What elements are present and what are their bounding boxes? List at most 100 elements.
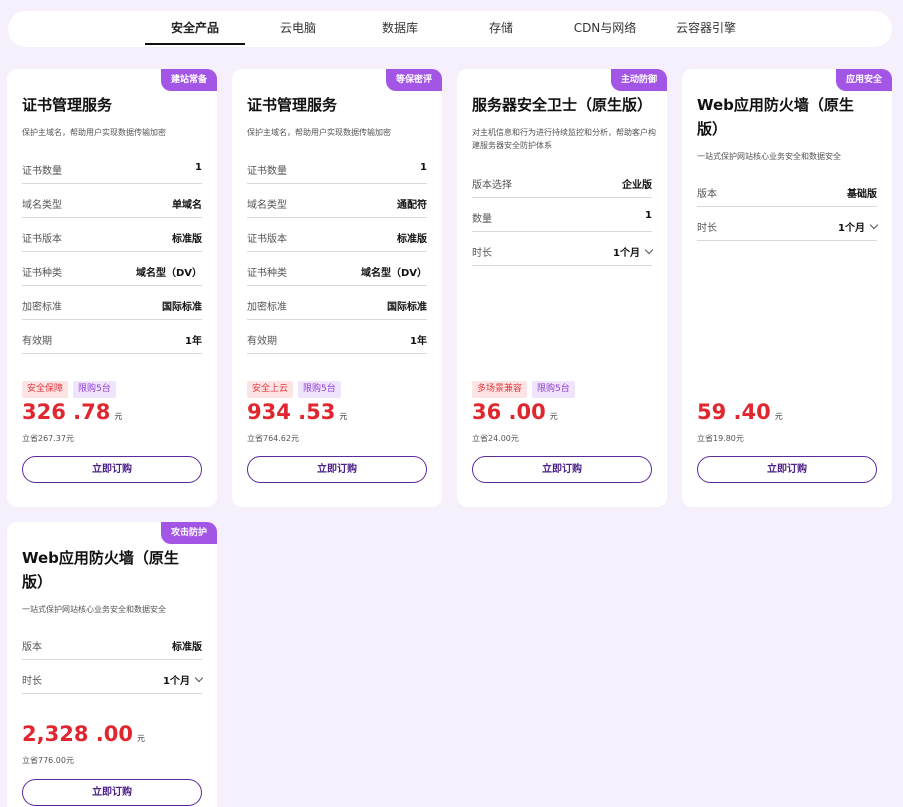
limit-tag: 限购5台 <box>532 381 575 398</box>
spec-label: 证书数量 <box>22 166 62 177</box>
tab-security[interactable]: 安全产品 <box>145 11 245 47</box>
tab-storage[interactable]: 存储 <box>451 11 551 47</box>
spec-value: 标准版 <box>397 234 427 245</box>
product-description: 保护主域名，帮助用户实现数据传输加密 <box>22 128 166 137</box>
spec-label: 加密标准 <box>247 302 287 313</box>
product-card-waf-basic: 应用安全 Web应用防火墙（原生版） 一站式保护网站核心业务安全和数据安全 版本… <box>682 69 892 507</box>
spec-label: 域名类型 <box>22 200 62 211</box>
order-now-button[interactable]: 立即订购 <box>472 456 652 483</box>
price: 2,328 .00 元 <box>22 721 145 752</box>
product-description: 对主机信息和行为进行持续监控和分析，帮助客户构建服务器安全防护体系 <box>472 128 656 150</box>
spec-value: 基础版 <box>847 189 877 200</box>
spec-value: 企业版 <box>622 180 652 191</box>
product-title: Web应用防火墙（原生版） <box>22 549 179 591</box>
spec-value: 1 <box>645 210 652 221</box>
price-amount: 36 .00 <box>472 400 546 424</box>
spec-value: 通配符 <box>397 200 427 211</box>
price-amount: 59 .40 <box>697 400 771 424</box>
price: 59 .40 元 <box>697 399 783 430</box>
duration-select[interactable]: 时长 1个月 <box>472 232 654 266</box>
savings-text: 立省267.37元 <box>22 434 74 443</box>
price-unit: 元 <box>549 412 558 421</box>
spec-label: 证书版本 <box>247 234 287 245</box>
spec-value: 域名型（DV） <box>135 268 202 279</box>
price-unit: 元 <box>114 412 123 421</box>
savings-text: 立省764.62元 <box>247 434 299 443</box>
order-now-button[interactable]: 立即订购 <box>22 779 202 806</box>
price-amount: 934 .53 <box>247 400 336 424</box>
spec-label: 版本选择 <box>472 180 512 191</box>
product-ribbon: 建站常备 <box>161 69 217 91</box>
spec-row: 加密标准 国际标准 <box>247 286 427 320</box>
spec-value: 国际标准 <box>162 302 202 313</box>
promo-tag: 多场景兼容 <box>472 381 528 398</box>
product-card-ssl-wildcard: 等保密评 证书管理服务 保护主域名，帮助用户实现数据传输加密 证书数量 1 域名类… <box>232 69 442 507</box>
spec-label: 加密标准 <box>22 302 62 313</box>
spec-label: 有效期 <box>247 336 277 347</box>
savings-text: 立省776.00元 <box>22 756 74 765</box>
tag-list: 安全保障 限购5台 <box>22 376 121 398</box>
tab-database[interactable]: 数据库 <box>350 11 450 47</box>
spec-row: 证书版本 标准版 <box>22 218 202 252</box>
price-amount: 326 .78 <box>22 400 111 424</box>
promo-tag: 安全保障 <box>22 381 69 398</box>
spec-value: 标准版 <box>172 642 202 653</box>
spec-row: 版本选择 企业版 <box>472 164 652 198</box>
price: 326 .78 元 <box>22 399 122 430</box>
product-ribbon: 主动防御 <box>611 69 667 91</box>
order-now-button[interactable]: 立即订购 <box>22 456 202 483</box>
duration-select[interactable]: 时长 1个月 <box>22 660 204 694</box>
chevron-down-icon <box>644 245 654 255</box>
spec-value: 域名型（DV） <box>360 268 427 279</box>
price-unit: 元 <box>339 412 348 421</box>
price: 36 .00 元 <box>472 399 558 430</box>
spec-label: 版本 <box>697 189 717 200</box>
spec-row: 版本 标准版 <box>22 626 202 660</box>
spec-row: 域名类型 单域名 <box>22 184 202 218</box>
spec-row: 证书版本 标准版 <box>247 218 427 252</box>
category-tabs: 安全产品 云电脑 数据库 存储 CDN与网络 云容器引擎 <box>8 11 892 47</box>
spec-value: 1 <box>420 162 427 173</box>
spec-row: 证书数量 1 <box>22 150 202 184</box>
tab-cdn-network[interactable]: CDN与网络 <box>552 11 658 47</box>
product-title: 证书管理服务 <box>22 96 113 114</box>
tab-cloud-pc[interactable]: 云电脑 <box>248 11 348 47</box>
chevron-down-icon <box>194 673 204 683</box>
spec-value: 国际标准 <box>387 302 427 313</box>
spec-label: 证书版本 <box>22 234 62 245</box>
spec-value: 1年 <box>410 336 427 347</box>
order-now-button[interactable]: 立即订购 <box>697 456 877 483</box>
product-title: 服务器安全卫士（原生版） <box>472 96 653 114</box>
limit-tag: 限购5台 <box>298 381 341 398</box>
spec-value[interactable]: 1个月 <box>613 244 654 259</box>
product-card-server-guard: 主动防御 服务器安全卫士（原生版） 对主机信息和行为进行持续监控和分析，帮助客户… <box>457 69 667 507</box>
product-title: 证书管理服务 <box>247 96 338 114</box>
spec-row: 有效期 1年 <box>22 320 202 354</box>
product-card-waf-standard: 攻击防护 Web应用防火墙（原生版） 一站式保护网站核心业务安全和数据安全 版本… <box>7 522 217 807</box>
spec-value[interactable]: 1个月 <box>163 672 204 687</box>
spec-label: 域名类型 <box>247 200 287 211</box>
savings-text: 立省24.00元 <box>472 434 519 443</box>
spec-label: 有效期 <box>22 336 52 347</box>
spec-value[interactable]: 1个月 <box>838 219 879 234</box>
tab-container-engine[interactable]: 云容器引擎 <box>656 11 756 47</box>
price-unit: 元 <box>136 734 145 743</box>
spec-row: 版本 基础版 <box>697 173 877 207</box>
spec-label: 时长 <box>697 223 717 234</box>
spec-label: 时长 <box>472 248 492 259</box>
product-ribbon: 应用安全 <box>836 69 892 91</box>
tag-list: 多场景兼容 限购5台 <box>472 376 580 398</box>
product-description: 保护主域名，帮助用户实现数据传输加密 <box>247 128 391 137</box>
spec-value: 1年 <box>185 336 202 347</box>
tag-list: 安全上云 限购5台 <box>247 376 346 398</box>
price: 934 .53 元 <box>247 399 347 430</box>
chevron-down-icon <box>869 220 879 230</box>
spec-row: 证书数量 1 <box>247 150 427 184</box>
spec-value: 标准版 <box>172 234 202 245</box>
spec-value: 1 <box>195 162 202 173</box>
price-amount: 2,328 .00 <box>22 722 133 746</box>
duration-select[interactable]: 时长 1个月 <box>697 207 879 241</box>
order-now-button[interactable]: 立即订购 <box>247 456 427 483</box>
spec-row: 域名类型 通配符 <box>247 184 427 218</box>
spec-row: 有效期 1年 <box>247 320 427 354</box>
